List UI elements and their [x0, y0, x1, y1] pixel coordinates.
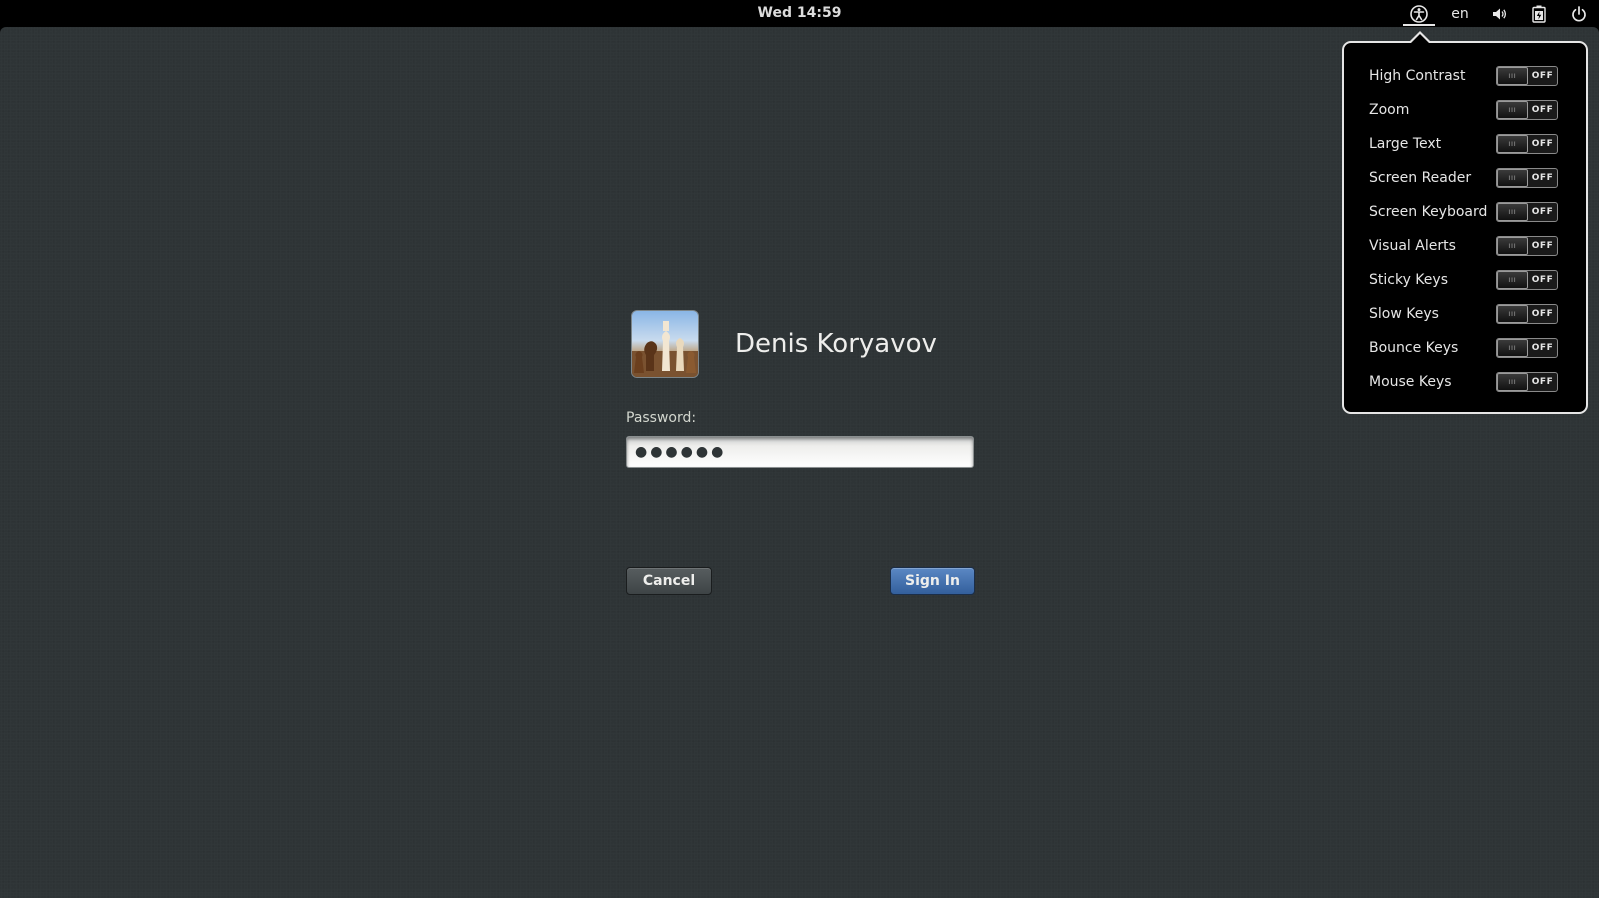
user-avatar — [631, 310, 699, 378]
switch-state: OFF — [1531, 377, 1554, 387]
login-screen: Wed 14:59 en Denis Koryavov Password: ●●… — [0, 0, 1599, 898]
a11y-item-label: Mouse Keys — [1369, 374, 1452, 390]
a11y-item-sticky-keys[interactable]: Sticky Keys III OFF — [1344, 263, 1586, 297]
switch-state: OFF — [1531, 343, 1554, 353]
a11y-item-label: Screen Reader — [1369, 170, 1472, 186]
switch-knob: III — [1497, 203, 1528, 221]
volume-icon — [1493, 8, 1507, 19]
password-input[interactable]: ●●●●●● — [626, 436, 974, 468]
a11y-item-label: Sticky Keys — [1369, 272, 1448, 288]
power-icon — [1572, 5, 1586, 21]
high-contrast-switch[interactable]: III OFF — [1496, 66, 1558, 86]
a11y-item-label: Zoom — [1369, 102, 1410, 118]
sign-in-button[interactable]: Sign In — [890, 567, 975, 595]
screen-reader-switch[interactable]: III OFF — [1496, 168, 1558, 188]
a11y-item-label: Visual Alerts — [1369, 238, 1456, 254]
password-label: Password: — [626, 410, 697, 426]
switch-knob: III — [1497, 339, 1528, 357]
switch-knob: III — [1497, 135, 1528, 153]
battery-button[interactable] — [1519, 0, 1559, 27]
switch-knob: III — [1497, 271, 1528, 289]
keyboard-layout-indicator[interactable]: en — [1439, 0, 1481, 27]
a11y-item-high-contrast[interactable]: High Contrast III OFF — [1344, 59, 1586, 93]
mouse-keys-switch[interactable]: III OFF — [1496, 372, 1558, 392]
switch-state: OFF — [1531, 207, 1554, 217]
chess-pieces-avatar — [632, 321, 698, 377]
menu-pointer-inner — [1410, 34, 1430, 44]
slow-keys-switch[interactable]: III OFF — [1496, 304, 1558, 324]
top-panel: Wed 14:59 en — [0, 0, 1599, 27]
switch-knob: III — [1497, 373, 1528, 391]
accessibility-menu: High Contrast III OFF Zoom III OFF Large… — [1342, 41, 1588, 414]
zoom-switch[interactable]: III OFF — [1496, 100, 1558, 120]
switch-state: OFF — [1531, 275, 1554, 285]
switch-knob: III — [1497, 237, 1528, 255]
switch-knob: III — [1497, 169, 1528, 187]
a11y-item-label: Slow Keys — [1369, 306, 1439, 322]
a11y-item-label: Bounce Keys — [1369, 340, 1459, 356]
a11y-item-screen-keyboard[interactable]: Screen Keyboard III OFF — [1344, 195, 1586, 229]
bounce-keys-switch[interactable]: III OFF — [1496, 338, 1558, 358]
switch-state: OFF — [1531, 71, 1554, 81]
sticky-keys-switch[interactable]: III OFF — [1496, 270, 1558, 290]
visual-alerts-switch[interactable]: III OFF — [1496, 236, 1558, 256]
screen-keyboard-switch[interactable]: III OFF — [1496, 202, 1558, 222]
switch-state: OFF — [1531, 309, 1554, 319]
user-row: Denis Koryavov — [631, 310, 937, 378]
switch-knob: III — [1497, 305, 1528, 323]
large-text-switch[interactable]: III OFF — [1496, 134, 1558, 154]
accessibility-menu-button[interactable] — [1399, 0, 1439, 27]
switch-knob: III — [1497, 67, 1528, 85]
clock[interactable]: Wed 14:59 — [0, 5, 1599, 21]
a11y-item-bounce-keys[interactable]: Bounce Keys III OFF — [1344, 331, 1586, 365]
switch-state: OFF — [1531, 241, 1554, 251]
a11y-item-mouse-keys[interactable]: Mouse Keys III OFF — [1344, 365, 1586, 399]
a11y-item-label: Screen Keyboard — [1369, 204, 1488, 220]
power-button[interactable] — [1559, 0, 1599, 27]
cancel-button[interactable]: Cancel — [626, 567, 712, 595]
a11y-item-label: Large Text — [1369, 136, 1442, 152]
a11y-item-screen-reader[interactable]: Screen Reader III OFF — [1344, 161, 1586, 195]
switch-knob: III — [1497, 101, 1528, 119]
user-name: Denis Koryavov — [735, 329, 937, 359]
switch-state: OFF — [1531, 173, 1554, 183]
a11y-item-zoom[interactable]: Zoom III OFF — [1344, 93, 1586, 127]
a11y-item-label: High Contrast — [1369, 68, 1466, 84]
a11y-item-slow-keys[interactable]: Slow Keys III OFF — [1344, 297, 1586, 331]
switch-state: OFF — [1531, 105, 1554, 115]
a11y-item-large-text[interactable]: Large Text III OFF — [1344, 127, 1586, 161]
switch-state: OFF — [1531, 139, 1554, 149]
accessibility-icon — [1410, 4, 1428, 23]
battery-icon — [1532, 5, 1546, 23]
a11y-item-visual-alerts[interactable]: Visual Alerts III OFF — [1344, 229, 1586, 263]
volume-button[interactable] — [1481, 0, 1519, 27]
system-tray: en — [1399, 0, 1599, 27]
